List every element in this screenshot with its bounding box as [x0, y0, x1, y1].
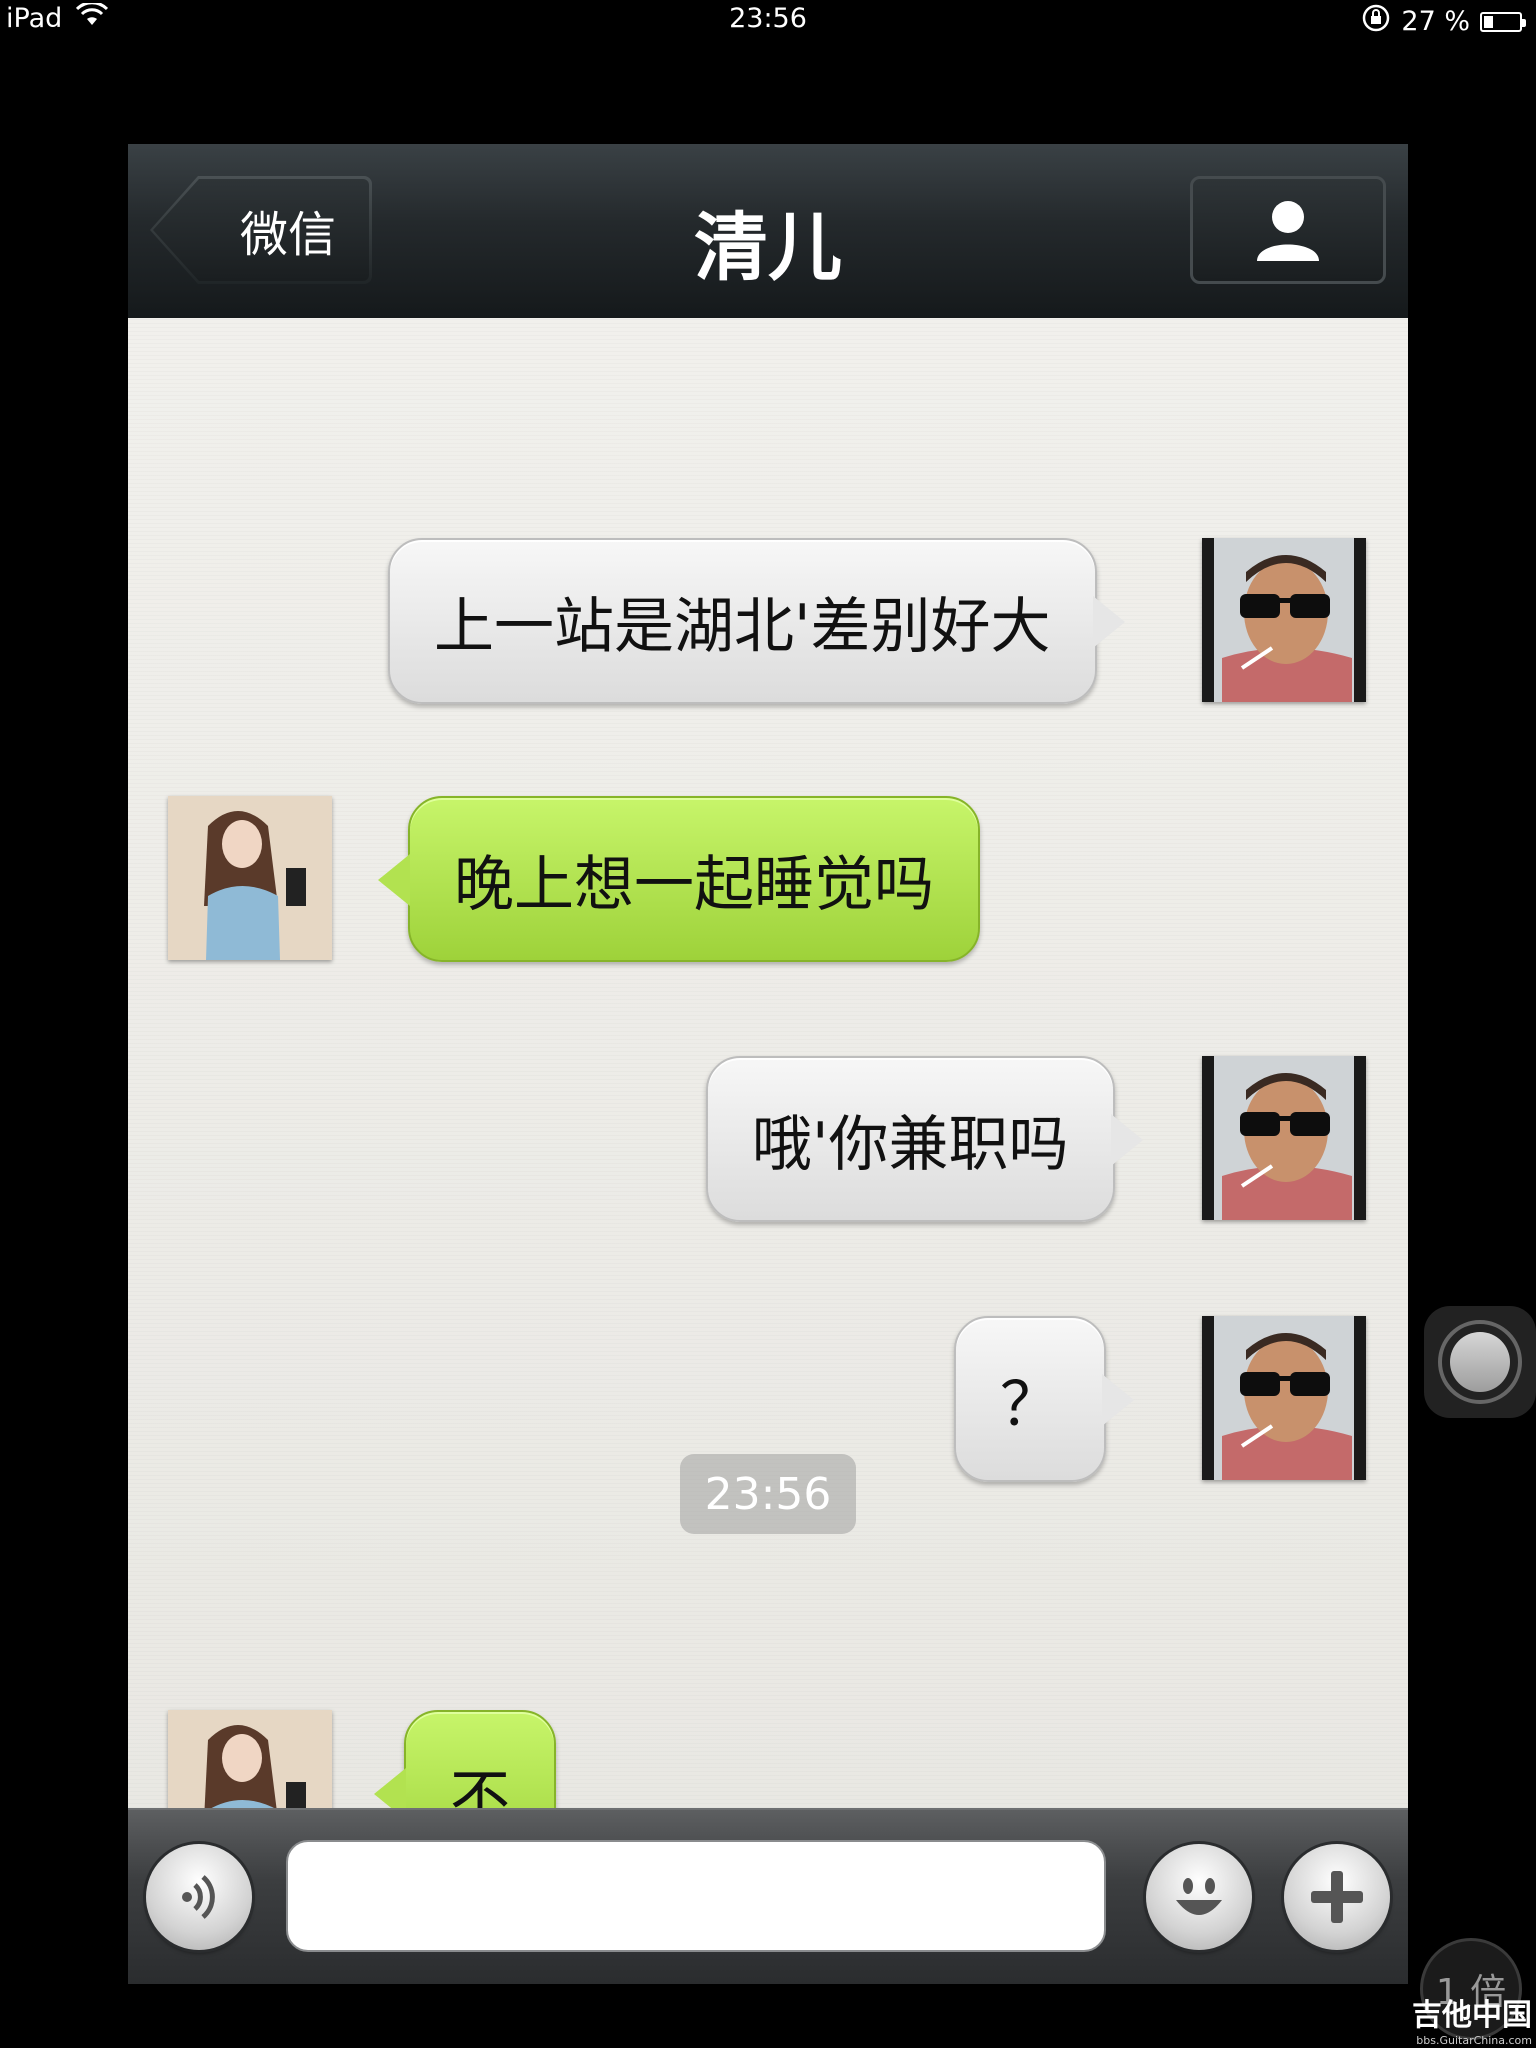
- message-bubble-received[interactable]: 晚上想一起睡觉吗: [378, 796, 980, 962]
- watermark-url: bbs.GuitarChina.com: [1416, 2034, 1532, 2047]
- message-input[interactable]: [286, 1840, 1106, 1952]
- message-list[interactable]: 上一站是湖北'差别好大 晚上想一起睡觉吗 哦'你兼职吗 ？ 23:56 不: [128, 318, 1408, 1876]
- wechat-chat-window: 微信 清儿 上一站是湖北'差别好大 晚上想一起睡觉吗 哦'你兼职吗 ？ 23:5…: [128, 144, 1408, 1984]
- status-bar: iPad 23:56 27 %: [0, 0, 1536, 40]
- bubble-tail: [378, 854, 410, 906]
- avatar-photo: [1202, 1316, 1366, 1480]
- watermark-logo: 吉他中国 bbs.GuitarChina.com: [1384, 1990, 1532, 2047]
- avatar-photo: [168, 796, 332, 960]
- assistive-touch-dot: [1450, 1332, 1510, 1392]
- bubble-tail: [1092, 596, 1125, 648]
- contact-profile-button[interactable]: [1190, 176, 1386, 284]
- watermark-text: 吉他中国: [1412, 1998, 1532, 2033]
- message-bubble-sent[interactable]: 上一站是湖北'差别好大: [388, 538, 1125, 704]
- voice-icon: [182, 1875, 215, 1919]
- battery-percent: 27 %: [1401, 6, 1470, 37]
- avatar-self[interactable]: [1202, 1316, 1366, 1480]
- battery-level-fill: [1484, 15, 1494, 28]
- avatar-self[interactable]: [1202, 1056, 1366, 1220]
- emoji-button[interactable]: [1146, 1844, 1252, 1950]
- input-toolbar: [128, 1808, 1408, 1984]
- avatar-photo: [1202, 538, 1366, 702]
- avatar-self[interactable]: [1202, 538, 1366, 702]
- message-bubble-sent[interactable]: ？: [954, 1316, 1134, 1482]
- message-text: 上一站是湖北'差别好大: [434, 591, 1051, 662]
- clock: 23:56: [729, 3, 807, 34]
- smiley-icon: [1176, 1878, 1222, 1915]
- bubble-tail: [1102, 1374, 1134, 1426]
- voice-input-button[interactable]: [146, 1844, 252, 1950]
- rotation-lock-icon: [1361, 3, 1391, 40]
- navigation-bar: 微信 清儿: [128, 144, 1408, 320]
- message-text: ？: [1000, 1369, 1060, 1440]
- message-text: 哦'你兼职吗: [752, 1109, 1069, 1180]
- avatar-contact[interactable]: [168, 796, 332, 960]
- battery-icon: [1480, 11, 1526, 32]
- plus-icon: [1311, 1871, 1363, 1923]
- more-options-button[interactable]: [1284, 1844, 1390, 1950]
- assistive-touch-button[interactable]: [1424, 1306, 1536, 1418]
- message-text: 晚上想一起睡觉吗: [454, 849, 934, 920]
- message-timestamp: 23:56: [680, 1454, 856, 1534]
- bubble-tail: [1110, 1114, 1143, 1166]
- message-bubble-sent[interactable]: 哦'你兼职吗: [706, 1056, 1143, 1222]
- avatar-photo: [1202, 1056, 1366, 1220]
- person-icon: [1257, 201, 1319, 261]
